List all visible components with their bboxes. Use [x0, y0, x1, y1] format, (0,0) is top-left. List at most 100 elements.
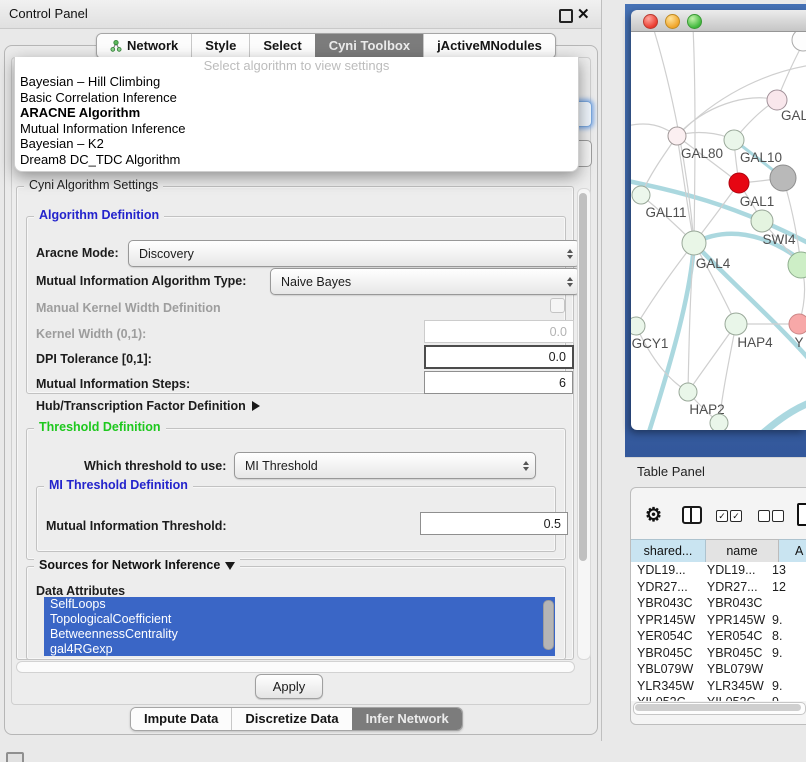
zoom-traffic-light-icon[interactable]	[687, 14, 702, 29]
column-header-name-label: name	[726, 544, 757, 558]
settings-vertical-scrollbar[interactable]	[577, 188, 591, 660]
table-row[interactable]: YER054CYER054C8.	[631, 628, 806, 645]
mi-type-combo[interactable]: Naive Bayes	[270, 268, 580, 295]
tab-infer-network[interactable]: Infer Network	[352, 708, 462, 730]
table-row[interactable]: YDR27...YDR27...12	[631, 579, 806, 596]
network-node-gal[interactable]	[767, 90, 787, 110]
mi-threshold-input[interactable]: 0.5	[420, 512, 568, 535]
table-cell: YBR043C	[631, 595, 700, 612]
table-cell	[768, 661, 806, 678]
algorithm-option[interactable]: ARACNE Algorithm	[15, 105, 578, 121]
tab-discretize-data[interactable]: Discretize Data	[231, 708, 351, 730]
network-node-swi4[interactable]	[788, 252, 806, 278]
network-node[interactable]	[751, 210, 773, 232]
mi-steps-input[interactable]: 6	[424, 371, 573, 394]
data-attribute-item[interactable]: SelfLoops	[44, 597, 555, 612]
tab-jactivemnodules[interactable]: jActiveMNodules	[423, 34, 555, 58]
network-node-gal11[interactable]	[632, 186, 650, 204]
table-row[interactable]: YPR145WYPR145W9.	[631, 612, 806, 629]
column-header-third-label: A	[795, 544, 803, 558]
aracne-mode-value: Discovery	[139, 247, 194, 261]
settings-horizontal-scrollbar[interactable]	[16, 661, 575, 673]
algorithm-dropdown-popup: Select algorithm to view settings Bayesi…	[14, 57, 579, 172]
network-canvas[interactable]: GALGAL80GAL10GAL1GAL11SWI4GAL4GCY1HAP4YH…	[631, 32, 806, 430]
node-table[interactable]: YDL19...YDL19...13YDR27...YDR27...12YBR0…	[631, 562, 806, 701]
network-view-window[interactable]: GALGAL80GAL10GAL1GAL11SWI4GAL4GCY1HAP4YH…	[631, 10, 806, 430]
document-icon[interactable]	[797, 503, 806, 526]
minimize-traffic-light-icon[interactable]	[665, 14, 680, 29]
which-threshold-combo[interactable]: MI Threshold	[234, 452, 536, 479]
settings-scrollbar-thumb[interactable]	[579, 193, 587, 561]
table-row[interactable]: YBL079WYBL079W	[631, 661, 806, 678]
checked-checkbox-icon[interactable]: ✓	[730, 510, 742, 522]
table-cell: YPR145W	[631, 612, 700, 629]
hub-section-toggle[interactable]: Hub/Transcription Factor Definition	[36, 399, 260, 413]
kernel-width-label: Kernel Width (0,1):	[36, 327, 146, 341]
table-row[interactable]: YDL19...YDL19...13	[631, 562, 806, 579]
network-graph: GALGAL80GAL10GAL1GAL11SWI4GAL4GCY1HAP4YH…	[631, 32, 806, 430]
table-row[interactable]: YBR043CYBR043C	[631, 595, 806, 612]
float-window-icon[interactable]	[559, 9, 573, 23]
algorithm-option[interactable]: Mutual Information Inference	[15, 121, 578, 137]
network-node-gal10[interactable]	[724, 130, 744, 150]
algorithm-option[interactable]: Basic Correlation Inference	[15, 90, 578, 106]
apply-button-label: Apply	[273, 679, 306, 694]
apply-button[interactable]: Apply	[255, 674, 323, 699]
network-node-gal80[interactable]	[668, 127, 686, 145]
close-icon[interactable]: ✕	[577, 5, 590, 23]
network-node[interactable]	[770, 165, 796, 191]
table-cell: 12	[768, 579, 806, 596]
gear-icon[interactable]: ⚙	[645, 504, 662, 527]
unchecked-checkbox-icon[interactable]	[758, 510, 770, 522]
table-cell: YLR345W	[631, 678, 700, 695]
table-cell: YIL052C	[700, 694, 768, 701]
algorithm-option[interactable]: Bayesian – Hill Climbing	[15, 74, 578, 90]
network-node[interactable]	[792, 32, 806, 51]
aracne-mode-label: Aracne Mode:	[36, 246, 119, 260]
network-node-gal4[interactable]	[682, 231, 706, 255]
manual-kernel-checkbox[interactable]	[550, 298, 565, 313]
mi-threshold-label: Mutual Information Threshold:	[46, 519, 227, 533]
aracne-mode-combo[interactable]: Discovery	[128, 240, 580, 267]
tab-impute-data[interactable]: Impute Data	[131, 708, 231, 730]
dpi-tolerance-input[interactable]: 0.0	[424, 345, 574, 369]
network-window-titlebar[interactable]	[631, 10, 806, 32]
close-traffic-light-icon[interactable]	[643, 14, 658, 29]
table-row[interactable]: YBR045CYBR045C9.	[631, 645, 806, 662]
data-attribute-item[interactable]: gal4RGexp	[44, 642, 555, 656]
unchecked-checkbox-icon[interactable]	[772, 510, 784, 522]
checked-checkbox-icon[interactable]: ✓	[716, 510, 728, 522]
algorithm-option[interactable]: Bayesian – K2	[15, 136, 578, 152]
tab-select[interactable]: Select	[249, 34, 314, 58]
tab-cyni-toolbox[interactable]: Cyni Toolbox	[315, 34, 423, 58]
node-label: GAL	[781, 108, 806, 123]
algorithm-option[interactable]: Dream8 DC_TDC Algorithm	[15, 152, 578, 168]
network-node-gal1[interactable]	[729, 173, 749, 193]
network-node-gcy1[interactable]	[631, 317, 645, 335]
kernel-width-input[interactable]: 0.0	[424, 320, 574, 343]
tab-style[interactable]: Style	[191, 34, 249, 58]
table-scrollbar-thumb[interactable]	[635, 704, 801, 711]
table-row[interactable]: YIL052CYIL052C9	[631, 694, 806, 701]
column-header-third[interactable]: A	[779, 539, 806, 563]
network-node[interactable]	[710, 414, 728, 430]
sources-title-label: Sources for Network Inference	[39, 558, 220, 572]
sources-title[interactable]: Sources for Network Inference	[34, 558, 240, 572]
column-header-name[interactable]: name	[706, 539, 779, 563]
column-header-shared[interactable]: shared...	[631, 539, 706, 563]
table-cell: 9.	[768, 612, 806, 629]
collapsed-panel-icon[interactable]	[6, 752, 24, 762]
network-node-y[interactable]	[789, 314, 806, 334]
column-layout-icon[interactable]	[682, 506, 702, 524]
node-label: GAL10	[740, 150, 782, 165]
network-node-hap4[interactable]	[725, 313, 747, 335]
network-node-hap2[interactable]	[679, 383, 697, 401]
data-attributes-list[interactable]: SelfLoopsTopologicalCoefficientBetweenne…	[44, 597, 555, 656]
table-horizontal-scrollbar[interactable]	[633, 702, 806, 715]
tab-network[interactable]: Network	[97, 34, 191, 58]
data-attribute-item[interactable]: TopologicalCoefficient	[44, 612, 555, 627]
table-panel-title: Table Panel	[637, 464, 705, 479]
table-row[interactable]: YLR345WYLR345W9.	[631, 678, 806, 695]
data-attribute-item[interactable]: BetweennessCentrality	[44, 627, 555, 642]
attributes-scrollbar-thumb[interactable]	[543, 600, 554, 650]
